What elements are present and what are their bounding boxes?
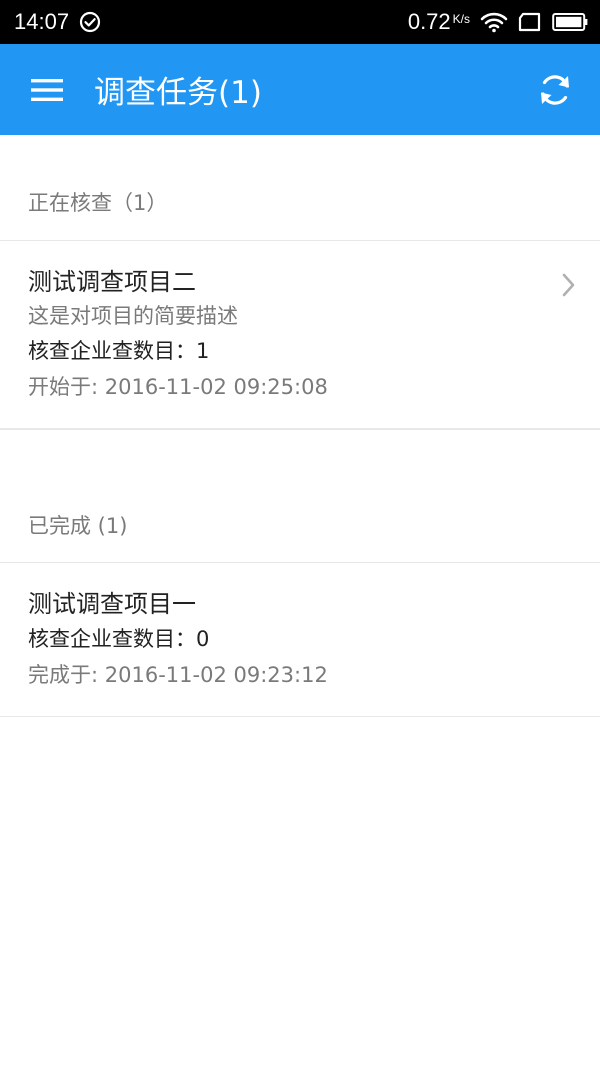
menu-button[interactable] bbox=[0, 44, 94, 135]
check-circle-icon bbox=[79, 11, 101, 33]
task-time-label: 开始于: bbox=[28, 375, 105, 399]
refresh-icon bbox=[541, 74, 569, 105]
task-count: 核查企业查数目：1 bbox=[28, 333, 572, 369]
task-finish-time: 完成于: 2016-11-02 09:23:12 bbox=[28, 657, 572, 693]
chevron-right-icon bbox=[562, 273, 575, 297]
task-count: 核查企业查数目：0 bbox=[28, 621, 572, 657]
status-time: 14:07 bbox=[14, 9, 70, 34]
network-speed-value: 0.72 bbox=[407, 9, 451, 34]
task-title: 测试调查项目二 bbox=[28, 268, 196, 296]
task-count-label: 核查企业查数目： bbox=[28, 627, 196, 651]
task-count-value: 0 bbox=[196, 627, 210, 651]
section-header-in-progress: 正在核查（1） bbox=[0, 135, 600, 241]
task-time-value: 2016-11-02 09:25:08 bbox=[104, 375, 328, 399]
app-bar: 调查任务(1) bbox=[0, 44, 600, 135]
task-item[interactable]: 测试调查项目一 核查企业查数目：0 完成于: 2016-11-02 09:23:… bbox=[0, 563, 600, 717]
task-list: 正在核查（1） 测试调查项目二 这是对项目的简要描述 核查企业查数目：1 开始于… bbox=[0, 135, 600, 717]
network-speed-unit: K/s bbox=[452, 12, 470, 26]
task-time-label: 完成于: bbox=[28, 663, 105, 687]
wifi-icon bbox=[480, 12, 508, 33]
refresh-button[interactable] bbox=[510, 44, 600, 135]
menu-icon bbox=[31, 78, 63, 101]
status-bar: 14:07 0.72 K/s bbox=[0, 0, 600, 44]
page-title: 调查任务(1) bbox=[94, 75, 262, 111]
task-time-value: 2016-11-02 09:23:12 bbox=[104, 663, 328, 687]
status-right-group: 0.72 K/s bbox=[408, 9, 588, 35]
task-count-label: 核查企业查数目： bbox=[28, 339, 196, 363]
battery-icon bbox=[552, 13, 588, 31]
network-speed: 0.72 K/s bbox=[408, 9, 470, 35]
task-count-value: 1 bbox=[196, 339, 210, 363]
section-header-completed: 已完成 (1) bbox=[0, 429, 600, 563]
task-title: 测试调查项目一 bbox=[28, 590, 196, 618]
sim-icon bbox=[518, 12, 541, 32]
task-item[interactable]: 测试调查项目二 这是对项目的简要描述 核查企业查数目：1 开始于: 2016-1… bbox=[0, 241, 600, 429]
task-description: 这是对项目的简要描述 bbox=[28, 304, 238, 328]
task-start-time: 开始于: 2016-11-02 09:25:08 bbox=[28, 369, 572, 405]
